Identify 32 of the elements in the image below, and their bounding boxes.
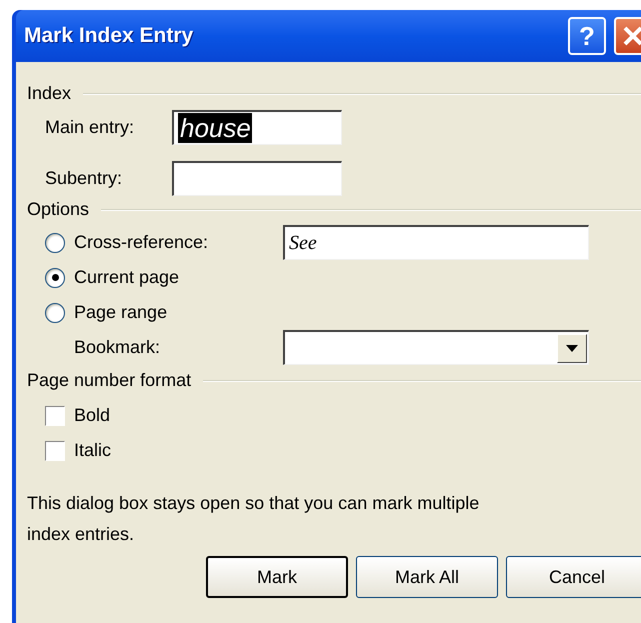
checkbox-label: Italic <box>74 439 112 462</box>
dropdown-button[interactable] <box>557 334 587 362</box>
close-button[interactable] <box>614 17 641 55</box>
window-title: Mark Index Entry <box>24 23 194 50</box>
info-text: This dialog box stays open so that you can mark multiple index entries. <box>27 492 480 546</box>
group-heading: Index <box>27 82 72 105</box>
help-button[interactable]: ? <box>568 17 606 55</box>
dialog-button[interactable]: Mark All <box>356 556 498 598</box>
field-label: Subentry: <box>45 167 124 190</box>
group-heading: Page number format <box>27 369 192 392</box>
radio-label: Page range <box>74 301 168 324</box>
caret-icon <box>566 344 578 352</box>
group-heading: Options <box>27 198 90 221</box>
bookmark-label: Bookmark: <box>73 336 162 359</box>
checkbox[interactable] <box>45 406 65 426</box>
cross-reference-field[interactable]: See <box>283 225 589 260</box>
radio-button[interactable] <box>45 232 65 252</box>
close-icon <box>622 25 641 47</box>
checkbox-label: Bold <box>74 404 110 427</box>
radio-label: Current page <box>74 266 180 289</box>
dialog-button[interactable]: Cancel <box>506 556 641 598</box>
radio-label: Cross-reference: <box>74 231 208 254</box>
radio-button[interactable] <box>45 302 65 322</box>
checkbox[interactable] <box>45 440 65 460</box>
text-field[interactable] <box>172 161 342 196</box>
text-field[interactable]: house <box>172 110 342 145</box>
field-value: house <box>178 113 252 143</box>
bookmark-dropdown[interactable] <box>283 330 589 365</box>
radio-button[interactable] <box>45 268 65 288</box>
dialog-button[interactable]: Mark <box>206 556 348 598</box>
field-label: Main entry: <box>45 116 136 139</box>
field-value: See <box>289 231 317 256</box>
